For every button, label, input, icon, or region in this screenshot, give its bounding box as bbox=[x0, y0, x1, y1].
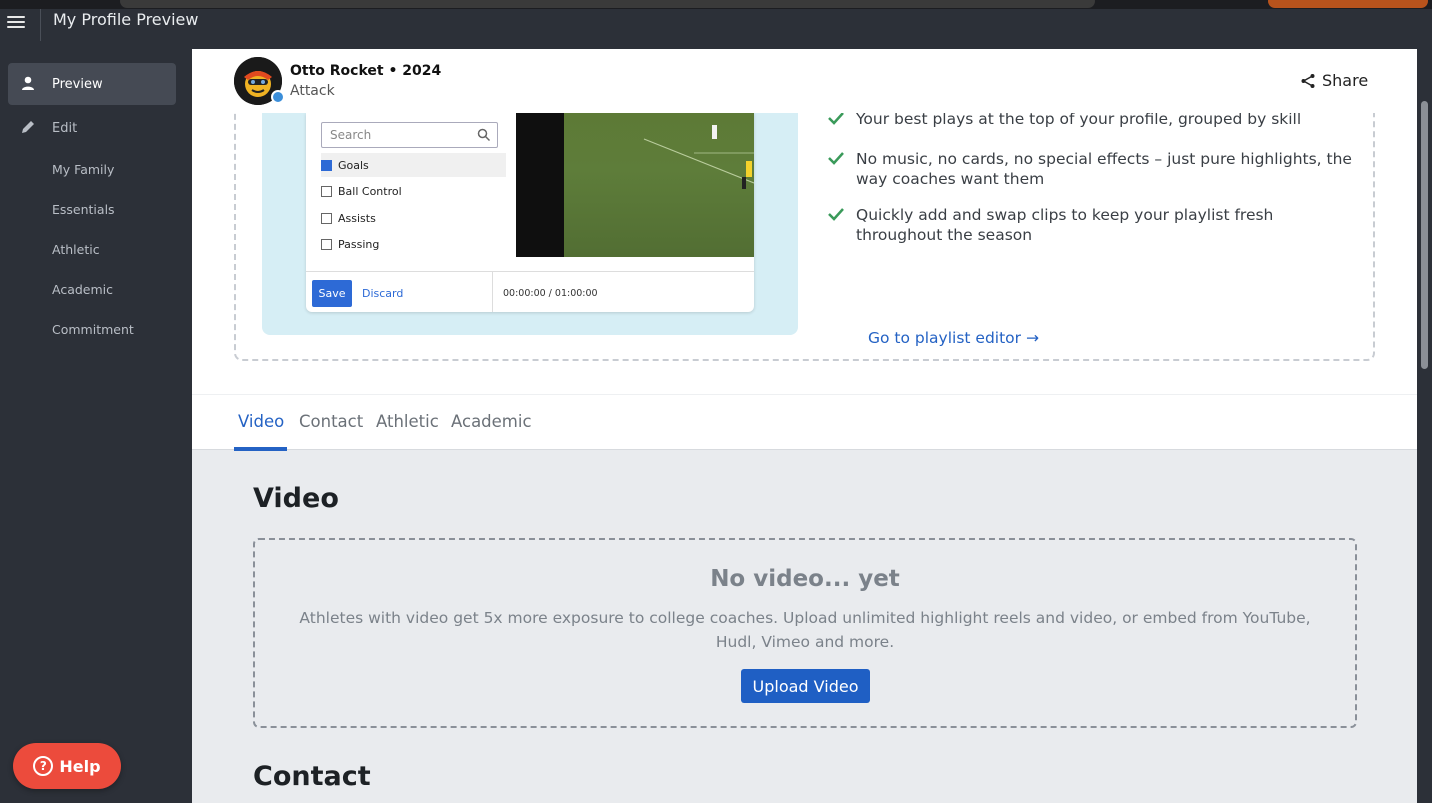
page-title: My Profile Preview bbox=[53, 10, 199, 29]
orange-button[interactable] bbox=[1268, 0, 1428, 8]
athlete-position: Attack bbox=[290, 83, 335, 99]
mock-video-frame bbox=[516, 113, 755, 257]
topbar-divider bbox=[40, 9, 41, 41]
mock-save-button: Save bbox=[312, 280, 352, 307]
sidebar-item-essentials[interactable]: Essentials bbox=[52, 202, 115, 217]
empty-video-heading: No video... yet bbox=[710, 566, 900, 592]
scrollbar-thumb[interactable] bbox=[1421, 101, 1428, 369]
share-label: Share bbox=[1322, 71, 1369, 90]
share-button[interactable]: Share bbox=[1300, 71, 1368, 90]
browser-strip bbox=[0, 0, 1432, 9]
main-content: Otto Rocket • 2024 Attack Share Search G… bbox=[192, 49, 1417, 803]
mock-option: Passing bbox=[321, 232, 506, 256]
contact-section-title: Contact bbox=[253, 761, 371, 792]
checkbox-icon bbox=[321, 212, 332, 224]
checkmark-icon bbox=[828, 208, 844, 221]
share-icon bbox=[1301, 73, 1315, 88]
sidebar-item-preview[interactable]: Preview bbox=[8, 63, 176, 105]
mock-option: Assists bbox=[321, 206, 506, 230]
help-button[interactable]: ? Help bbox=[13, 743, 121, 789]
sidebar-item-academic[interactable]: Academic bbox=[52, 282, 113, 297]
upload-video-button[interactable]: Upload Video bbox=[741, 669, 870, 703]
mock-divider bbox=[492, 271, 493, 312]
sidebar-item-edit[interactable]: Edit bbox=[8, 107, 176, 149]
playlist-editor-link[interactable]: Go to playlist editor → bbox=[868, 329, 1039, 347]
playlist-editor-preview: Search Goals Ball Control Assists Passin… bbox=[262, 113, 798, 335]
checkbox-checked-icon bbox=[321, 159, 332, 171]
sidebar-item-commitment[interactable]: Commitment bbox=[52, 322, 134, 337]
soccer-field-image bbox=[564, 113, 755, 257]
checkmark-icon bbox=[828, 152, 844, 165]
checkmark-icon bbox=[828, 112, 844, 125]
mock-search-input: Search bbox=[321, 122, 498, 148]
mock-discard-link: Discard bbox=[362, 287, 404, 300]
user-icon bbox=[22, 76, 34, 90]
profile-header: Otto Rocket • 2024 Attack Share bbox=[192, 49, 1417, 113]
question-icon: ? bbox=[33, 756, 54, 776]
editor-mockup: Search Goals Ball Control Assists Passin… bbox=[306, 113, 755, 312]
hamburger-menu-icon[interactable] bbox=[7, 16, 25, 28]
mock-timecode: 00:00:00 / 01:00:00 bbox=[503, 288, 598, 299]
video-section-title: Video bbox=[253, 483, 339, 514]
tab-contact[interactable]: Contact bbox=[299, 412, 363, 431]
verified-badge-icon bbox=[271, 90, 285, 104]
tab-video[interactable]: Video bbox=[238, 412, 284, 431]
empty-video-panel: No video... yet Athletes with video get … bbox=[253, 538, 1357, 728]
field-lines bbox=[643, 125, 755, 189]
section-tabs: Video Contact Athletic Academic bbox=[192, 394, 1417, 451]
empty-video-text: Athletes with video get 5x more exposure… bbox=[299, 609, 1311, 651]
address-pill bbox=[120, 0, 1095, 8]
top-bar: My Profile Preview bbox=[0, 0, 1432, 49]
mock-option: Ball Control bbox=[321, 179, 506, 203]
pencil-icon bbox=[22, 121, 34, 133]
playlist-promo: Search Goals Ball Control Assists Passin… bbox=[234, 89, 1375, 361]
scrollbar[interactable] bbox=[1417, 49, 1432, 803]
sidebar-item-label: Preview bbox=[52, 76, 103, 92]
help-label: Help bbox=[59, 756, 101, 776]
search-placeholder: Search bbox=[330, 128, 372, 142]
sidebar: Preview Edit My Family Essentials Athlet… bbox=[0, 49, 192, 803]
checkbox-icon bbox=[321, 238, 332, 250]
active-tab-indicator bbox=[234, 447, 287, 451]
sidebar-item-my-family[interactable]: My Family bbox=[52, 162, 114, 177]
search-icon bbox=[477, 128, 491, 142]
sidebar-item-label: Edit bbox=[52, 120, 78, 136]
athlete-name: Otto Rocket • 2024 bbox=[290, 63, 442, 79]
tab-athletic[interactable]: Athletic bbox=[376, 412, 439, 431]
tab-academic[interactable]: Academic bbox=[451, 412, 532, 431]
mock-divider bbox=[306, 271, 754, 272]
checkbox-icon bbox=[321, 185, 332, 197]
sidebar-item-athletic[interactable]: Athletic bbox=[52, 242, 100, 257]
mock-option: Goals bbox=[321, 153, 506, 177]
